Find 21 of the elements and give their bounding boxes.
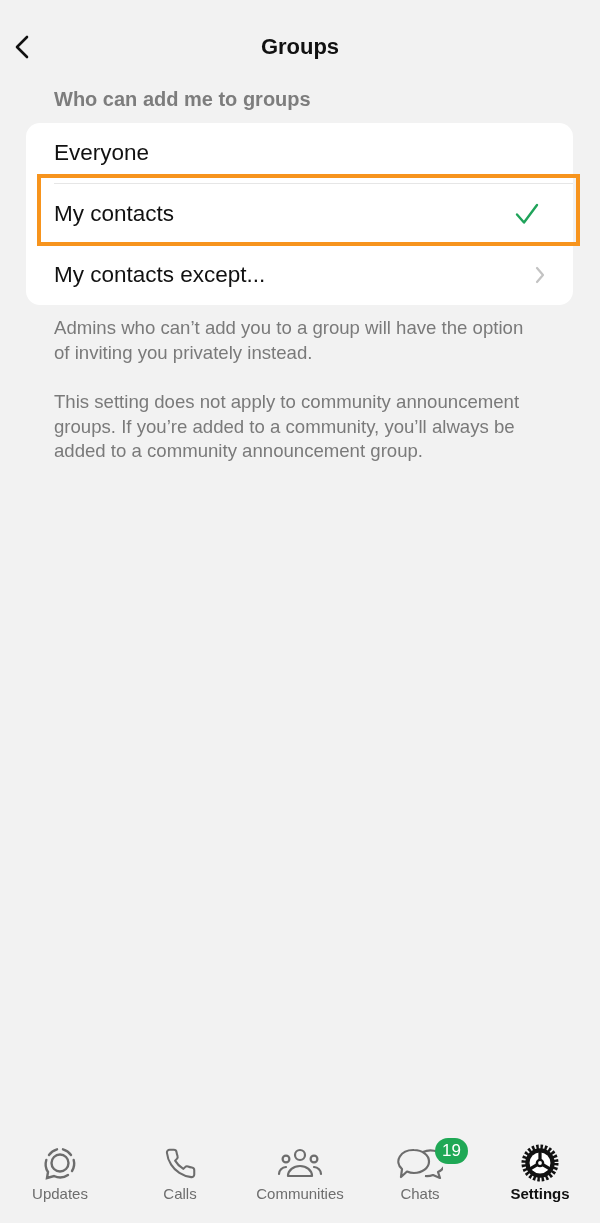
option-row[interactable]: Everyone xyxy=(26,123,573,183)
settings-icon xyxy=(521,1144,559,1182)
option-row[interactable]: My contacts xyxy=(26,184,573,244)
unread-count-badge: 19 xyxy=(435,1138,468,1164)
section-heading: Who can add me to groups xyxy=(54,88,311,111)
status-ring-icon xyxy=(42,1145,78,1181)
back-button[interactable] xyxy=(15,35,29,59)
explanation-text: This setting does not apply to community announcement groups. If you’re added to a community, you’ll always be added to a community announcement group. xyxy=(54,390,521,463)
tab-button[interactable]: Communities xyxy=(240,1135,360,1202)
tab-button[interactable]: Updates xyxy=(0,1135,120,1202)
chevron-right-icon xyxy=(535,266,545,284)
screen-title: Groups xyxy=(260,34,340,60)
people-group-icon xyxy=(277,1148,323,1178)
phone-icon xyxy=(163,1146,197,1180)
back-icon xyxy=(15,35,29,59)
explanation-text: Admins who can’t add you to a group will have the option of inviting you privately instead. xyxy=(54,316,525,365)
tab-button[interactable]: Settings xyxy=(480,1135,600,1202)
option-row[interactable]: My contacts except... xyxy=(26,245,573,305)
tab-button[interactable]: 19 Chats xyxy=(360,1135,480,1202)
tab-button[interactable]: Calls xyxy=(120,1135,240,1202)
chat-bubbles-icon xyxy=(397,1146,443,1180)
